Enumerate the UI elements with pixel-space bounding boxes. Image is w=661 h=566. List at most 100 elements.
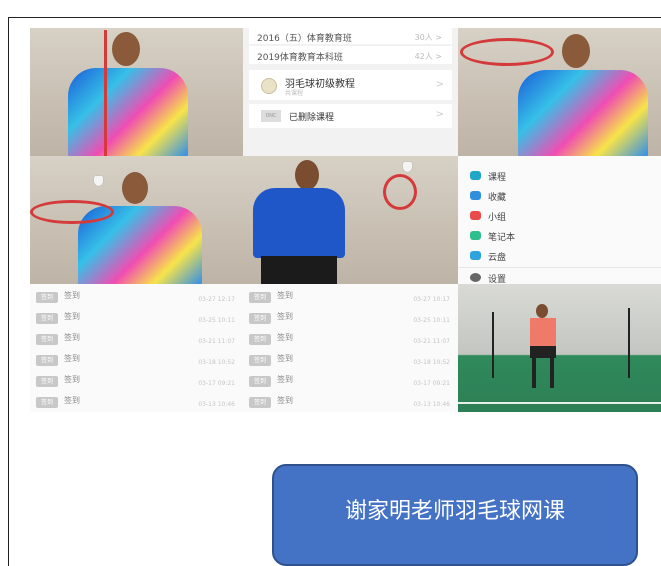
signin-badge: 签到 <box>36 376 58 387</box>
signin-time: 03-25 10:11 <box>198 317 235 324</box>
class-row-1[interactable]: 2016（五）体育教育班 30人 > <box>249 28 452 44</box>
signin-badge: 签到 <box>36 334 58 345</box>
signin-label: 签到 <box>277 396 293 405</box>
signin-time: 03-27 10:17 <box>413 296 450 303</box>
frame-left-border <box>8 17 9 566</box>
signin-badge: 签到 <box>249 313 271 324</box>
app-side-menu: 课程 收藏 小组 笔记本 云盘 设置 <box>458 156 661 284</box>
course-subtitle: 共课程 <box>285 90 304 97</box>
class-row-count: 42人 > <box>414 52 442 61</box>
player-head <box>536 304 548 318</box>
signin-label: 签到 <box>64 396 80 405</box>
signin-row[interactable]: 签到 签到 03-17 09:21 <box>30 372 243 394</box>
signin-badge: 签到 <box>36 397 58 408</box>
star-icon <box>470 191 481 200</box>
class-row-2[interactable]: 2019体育教育本科班 42人 > <box>249 46 452 64</box>
tripod-left <box>492 312 494 378</box>
signin-row[interactable]: 签到 签到 03-21 11:07 <box>243 330 458 352</box>
signin-row[interactable]: 签到 签到 03-17 09:21 <box>243 372 458 394</box>
signin-list-right: 签到 签到 03-27 10:17 签到 签到 03-25 10:11 签到 签… <box>243 284 458 412</box>
signin-label: 签到 <box>64 291 80 300</box>
player-head <box>295 160 319 190</box>
signin-row[interactable]: 签到 签到 03-13 10:46 <box>30 393 243 412</box>
notebook-icon <box>470 231 481 240</box>
player-shirt <box>518 70 648 156</box>
signin-label: 签到 <box>277 333 293 342</box>
menu-item-notebook[interactable]: 笔记本 <box>458 226 661 246</box>
signin-row[interactable]: 签到 签到 03-27 12:17 <box>30 288 243 310</box>
photo-player-racket-horizontal <box>458 28 661 156</box>
menu-item-label: 云盘 <box>488 253 507 263</box>
course-title-banner: 谢家明老师羽毛球网课 <box>272 464 638 566</box>
menu-item-label: 小组 <box>488 213 507 223</box>
signin-time: 03-27 12:17 <box>198 296 235 303</box>
signin-row[interactable]: 签到 签到 03-18 10:52 <box>243 351 458 373</box>
signin-row[interactable]: 签到 签到 03-21 11:07 <box>30 330 243 352</box>
deleted-course-title: 已删除课程 <box>289 113 335 123</box>
signin-label: 签到 <box>277 312 293 321</box>
signin-time: 03-13 10:46 <box>413 401 450 408</box>
signin-time: 03-25 10:11 <box>413 317 450 324</box>
chevron-right-icon: > <box>435 79 444 90</box>
chevron-right-icon: > <box>435 109 444 120</box>
racket-shaft <box>104 30 107 156</box>
menu-item-cloud[interactable]: 云盘 <box>458 246 661 266</box>
menu-item-label: 设置 <box>488 275 507 284</box>
collage-grid: 2016（五）体育教育班 30人 > 2019体育教育本科班 42人 > 羽毛球… <box>30 28 661 412</box>
menu-item-label: 课程 <box>488 173 507 183</box>
player-shirt <box>68 68 188 156</box>
photo-player-back-view <box>243 156 458 284</box>
signin-label: 签到 <box>277 375 293 384</box>
signin-badge: 签到 <box>249 334 271 345</box>
player-shorts <box>530 346 556 358</box>
signin-badge: 签到 <box>249 397 271 408</box>
signin-time: 03-17 09:21 <box>198 380 235 387</box>
signin-time: 03-17 09:21 <box>413 380 450 387</box>
group-icon <box>470 211 481 220</box>
deleted-courses-row[interactable]: DNC 已删除课程 > <box>249 104 452 128</box>
player-shorts <box>261 256 337 284</box>
menu-item-settings[interactable]: 设置 <box>458 268 661 284</box>
signin-time: 03-18 10:52 <box>198 359 235 366</box>
menu-item-favorites[interactable]: 收藏 <box>458 186 661 206</box>
signin-label: 签到 <box>64 312 80 321</box>
class-row-title: 2016（五）体育教育班 <box>257 34 352 44</box>
player-head <box>562 34 590 68</box>
class-row-title: 2019体育教育本科班 <box>257 53 343 63</box>
signin-list-left: 签到 签到 03-27 12:17 签到 签到 03-25 10:11 签到 签… <box>30 284 243 412</box>
signin-row[interactable]: 签到 签到 03-25 10:11 <box>243 309 458 331</box>
signin-badge: 签到 <box>36 292 58 303</box>
signin-label: 签到 <box>64 333 80 342</box>
menu-item-course[interactable]: 课程 <box>458 166 661 186</box>
player-head <box>112 32 140 66</box>
signin-time: 03-21 11:07 <box>198 338 235 345</box>
signin-row[interactable]: 签到 签到 03-25 10:11 <box>30 309 243 331</box>
player-shirt <box>253 188 345 258</box>
photo-player-racket-vertical <box>30 28 243 156</box>
signin-time: 03-18 10:52 <box>413 359 450 366</box>
racket-head <box>30 200 114 224</box>
court-line <box>458 402 661 404</box>
tripod-right <box>628 308 630 378</box>
player-shirt <box>530 318 556 346</box>
signin-label: 签到 <box>277 291 293 300</box>
menu-item-group[interactable]: 小组 <box>458 206 661 226</box>
app-course-list-screen: 2016（五）体育教育班 30人 > 2019体育教育本科班 42人 > 羽毛球… <box>243 28 458 156</box>
shuttlecock <box>94 176 103 186</box>
signin-row[interactable]: 签到 签到 03-13 10:46 <box>243 393 458 412</box>
signin-label: 签到 <box>64 375 80 384</box>
class-row-count: 30人 > <box>414 33 442 42</box>
gear-icon <box>470 273 481 282</box>
racket-head <box>460 38 554 66</box>
player-head <box>122 172 148 204</box>
signin-badge: 签到 <box>36 313 58 324</box>
photo-badminton-court-motion-capture <box>458 284 661 412</box>
signin-row[interactable]: 签到 签到 03-27 10:17 <box>243 288 458 310</box>
signin-time: 03-21 11:07 <box>413 338 450 345</box>
signin-label: 签到 <box>64 354 80 363</box>
player-legs <box>532 358 554 388</box>
graduation-cap-icon <box>470 171 481 180</box>
course-row-badminton[interactable]: 羽毛球初级教程 共课程 > <box>249 70 452 100</box>
signin-badge: 签到 <box>249 292 271 303</box>
signin-row[interactable]: 签到 签到 03-18 10:52 <box>30 351 243 373</box>
